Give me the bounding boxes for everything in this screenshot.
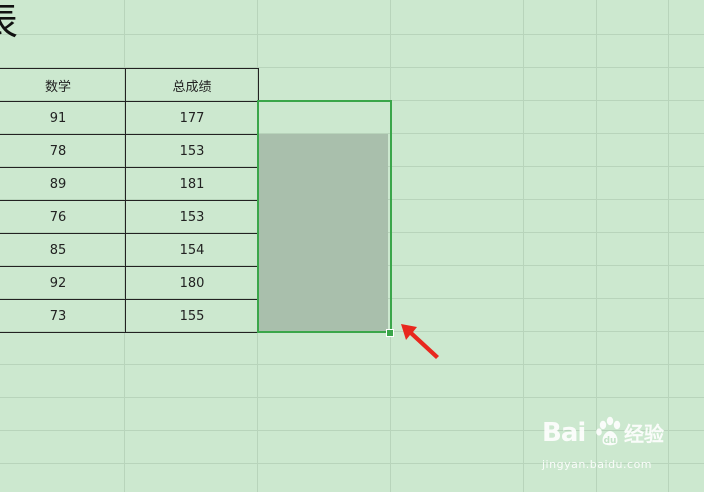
watermark-brand-bai: Bai — [542, 418, 586, 448]
table-row: 92 180 — [0, 266, 259, 300]
cell-math[interactable]: 91 — [0, 101, 126, 135]
cell-total[interactable]: 153 — [125, 134, 259, 168]
table-row: 76 153 — [0, 200, 259, 234]
cell-math[interactable]: 85 — [0, 233, 126, 267]
red-arrow-icon — [401, 324, 439, 359]
fill-handle[interactable] — [386, 329, 394, 337]
cell-total[interactable]: 180 — [125, 266, 259, 300]
watermark-brand-du: du — [604, 436, 617, 446]
table-row: 89 181 — [0, 167, 259, 201]
cell-math[interactable]: 89 — [0, 167, 126, 201]
cell-total[interactable]: 181 — [125, 167, 259, 201]
row-divider — [0, 34, 704, 35]
cell-math[interactable]: 78 — [0, 134, 126, 168]
table-row: 91 177 — [0, 101, 259, 135]
score-table: 数学 总成绩 91 177 78 153 89 181 76 153 85 15… — [0, 68, 259, 333]
table-row: 73 155 — [0, 299, 259, 333]
header-cell-math[interactable]: 数学 — [0, 68, 126, 102]
selection-border[interactable] — [257, 100, 392, 333]
table-row: 78 153 — [0, 134, 259, 168]
cell-math[interactable]: 76 — [0, 200, 126, 234]
cell-total[interactable]: 155 — [125, 299, 259, 333]
baidu-jingyan-watermark: Bai du 经验 jingyan.baidu.com — [542, 416, 692, 476]
header-cell-total[interactable]: 总成绩 — [125, 68, 259, 102]
cell-math[interactable]: 73 — [0, 299, 126, 333]
table-header-row: 数学 总成绩 — [0, 68, 259, 102]
row-divider — [0, 364, 704, 365]
watermark-url: jingyan.baidu.com — [542, 458, 653, 471]
paw-icon: du — [596, 416, 621, 446]
column-divider — [523, 0, 524, 492]
table-row: 85 154 — [0, 233, 259, 267]
cell-total[interactable]: 153 — [125, 200, 259, 234]
cell-math[interactable]: 92 — [0, 266, 126, 300]
cell-total[interactable]: 154 — [125, 233, 259, 267]
cell-total[interactable]: 177 — [125, 101, 259, 135]
sheet-title-fragment: 表 — [0, 0, 18, 50]
watermark-brand-jingyan: 经验 — [624, 422, 664, 446]
row-divider — [0, 397, 704, 398]
